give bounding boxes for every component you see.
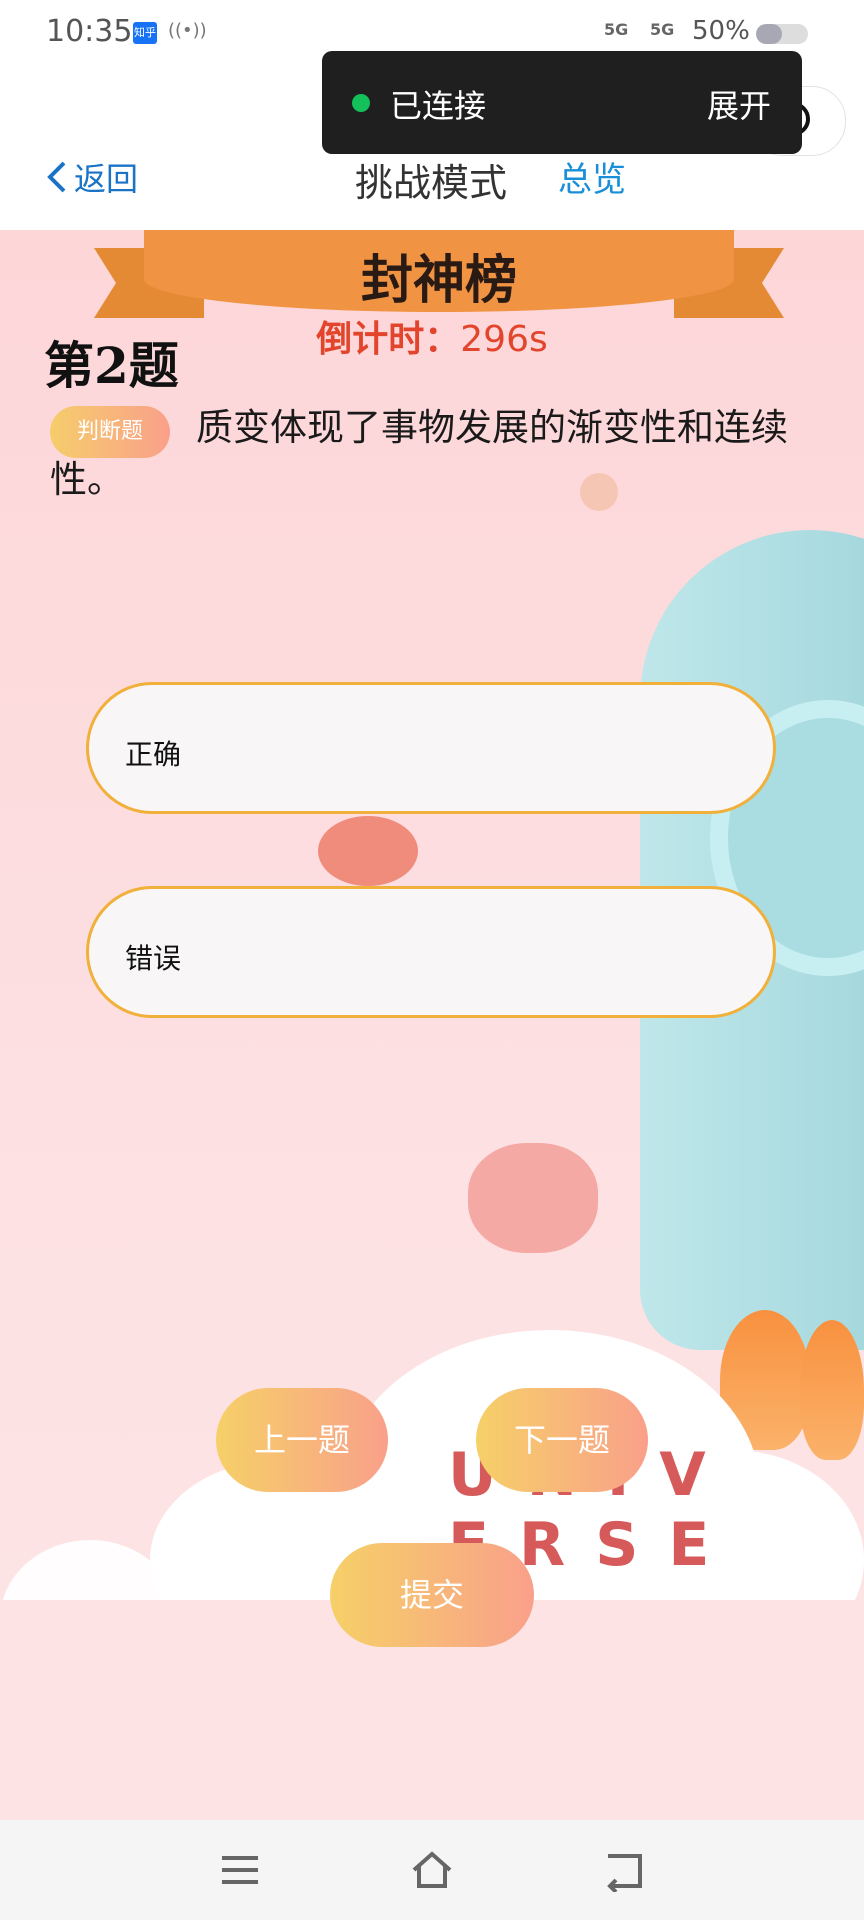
app-screen: UNIV ERSE 10:35 知乎 ((•)) 5G 5G 50% ••• 返…: [0, 0, 864, 1920]
question-number: 第2题: [44, 336, 179, 395]
battery-percentage: 50%: [692, 16, 750, 46]
page-title: 挑战模式: [355, 161, 508, 205]
submit-button[interactable]: 提交: [330, 1543, 534, 1647]
option-label: 错误: [125, 942, 182, 975]
connected-status-dot: [352, 94, 370, 112]
decor-planet: [318, 816, 418, 886]
menu-icon[interactable]: [218, 1848, 262, 1892]
overview-link[interactable]: 总览: [558, 152, 626, 201]
option-true[interactable]: 正确: [86, 682, 776, 814]
status-time: 10:35: [46, 14, 133, 49]
connection-toast: 已连接 展开: [322, 51, 802, 154]
battery-level: [756, 24, 782, 44]
zhihu-app-icon: 知乎: [133, 22, 157, 44]
countdown-label: 倒计时：: [316, 318, 461, 360]
back-icon[interactable]: [602, 1848, 646, 1892]
next-question-button[interactable]: 下一题: [476, 1388, 648, 1492]
question-type-badge: 判断题: [50, 406, 170, 458]
decor-rock: [468, 1143, 598, 1253]
rocket-flame: [800, 1320, 864, 1460]
option-label: 正确: [125, 738, 182, 771]
system-navigation-bar: [0, 1820, 864, 1920]
home-icon[interactable]: [410, 1848, 454, 1892]
chevron-left-icon: [47, 161, 66, 193]
option-false[interactable]: 错误: [86, 886, 776, 1018]
prev-question-button[interactable]: 上一题: [216, 1388, 388, 1492]
banner-title: 封神榜: [360, 250, 517, 311]
back-button[interactable]: 返回: [46, 154, 138, 200]
signal-icon: 5G: [604, 20, 629, 39]
expand-button[interactable]: 展开: [707, 81, 771, 127]
hotspot-icon: ((•)): [168, 20, 207, 41]
connection-status-text: 已连接: [390, 87, 487, 125]
battery-icon: [756, 24, 808, 44]
countdown-value: 296s: [460, 319, 548, 360]
signal-icon: 5G: [650, 20, 675, 39]
back-label: 返回: [74, 160, 139, 198]
